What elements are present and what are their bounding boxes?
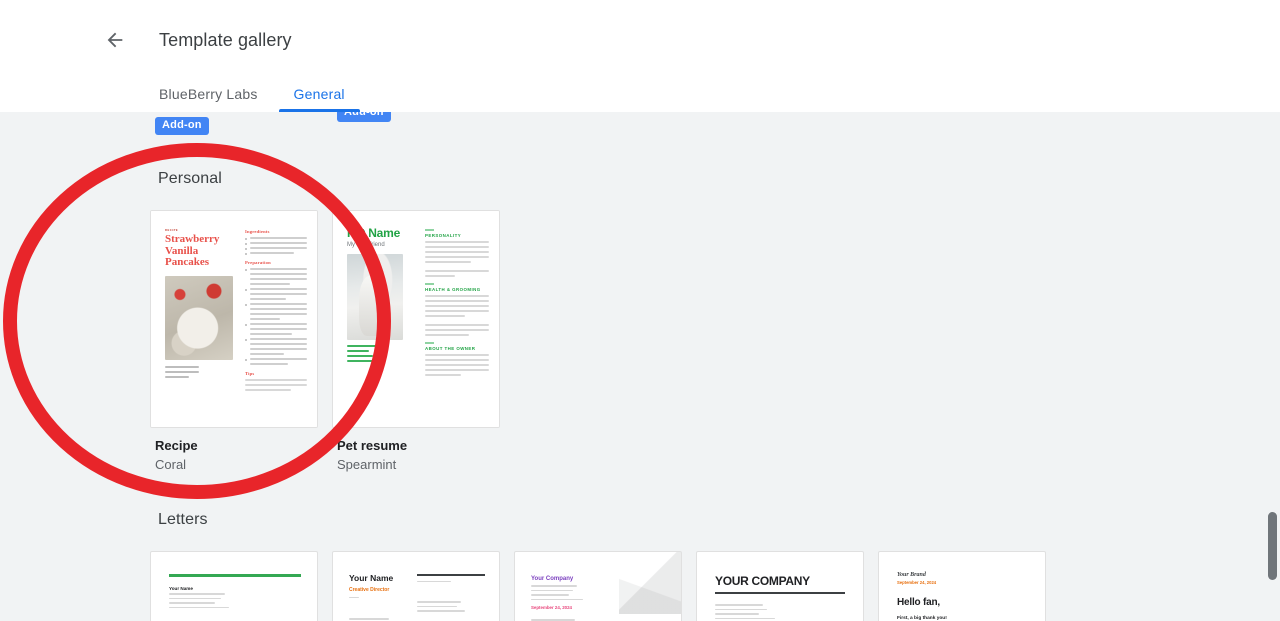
letter2-role: Creative Director — [349, 586, 390, 593]
template-card-letter-1[interactable]: Your Name — [150, 551, 318, 621]
recipe-thumb-left: RECIPE Strawberry Vanilla Pancakes — [165, 229, 233, 381]
recipe-kicker: RECIPE — [165, 229, 179, 232]
pet-name: Pet Name — [347, 226, 401, 240]
template-card-letter-3[interactable]: Your Company September 24, 2024 — [514, 551, 682, 621]
recipe-tips: Tips — [245, 371, 307, 391]
recipe-heading-ingredients: Ingredients — [245, 229, 270, 234]
page-title: Template gallery — [159, 30, 292, 50]
addon-badge: Add-on — [155, 117, 209, 135]
letter3-body: Your Company September 24, 2024 — [531, 576, 603, 621]
pet-health-grooming: HEALTH & GROOMING — [425, 283, 489, 336]
letter1-accent-rule — [169, 574, 301, 577]
letter3-corner-graphic — [619, 552, 681, 614]
template-name: Pet resume — [337, 438, 408, 453]
addon-badge: Add-on — [337, 112, 391, 122]
gallery-scroll-content[interactable]: Add-on Add-on Personal RECIPE Strawberry… — [0, 112, 1280, 621]
template-theme: Coral — [155, 457, 187, 472]
template-card-pet-resume[interactable]: Pet Name My best friend PERSONALITY HEAL… — [332, 210, 500, 428]
vertical-scrollbar-track[interactable] — [1265, 112, 1280, 621]
recipe-photo — [165, 275, 233, 360]
pet-heading-health: HEALTH & GROOMING — [425, 287, 481, 292]
gallery-tabs: BlueBerry Labs General — [141, 80, 363, 112]
template-card-recipe[interactable]: RECIPE Strawberry Vanilla Pancakes Ingre… — [150, 210, 318, 428]
pet-photo — [347, 254, 403, 340]
letter5-greeting: Hello fan, — [897, 597, 941, 608]
pet-personality: PERSONALITY — [425, 229, 489, 277]
letter5-body: Your Brand September 24, 2024 Hello fan,… — [897, 572, 1025, 621]
back-button[interactable] — [99, 24, 131, 56]
template-card-letter-5[interactable]: Your Brand September 24, 2024 Hello fan,… — [878, 551, 1046, 621]
arrow-left-icon — [107, 32, 123, 48]
recipe-thumb-right: Ingredients Preparation Tips — [245, 229, 307, 397]
pet-subtitle: My best friend — [347, 242, 385, 248]
letter2-right — [417, 574, 485, 621]
template-label-pet-resume: Pet resume Spearmint — [337, 437, 512, 474]
letter2-title: Your Name — [349, 573, 394, 583]
vertical-scrollbar-thumb[interactable] — [1268, 512, 1277, 580]
recipe-ingredients: Ingredients — [245, 229, 307, 255]
letter5-date: September 24, 2024 — [897, 580, 937, 585]
pet-heading-personality: PERSONALITY — [425, 233, 462, 238]
section-title-letters: Letters — [158, 511, 208, 528]
pet-about-owner: ABOUT THE OWNER — [425, 342, 489, 376]
pet-resume-thumbnail: Pet Name My best friend PERSONALITY HEAL… — [333, 211, 499, 427]
tab-general[interactable]: General — [276, 84, 363, 112]
recipe-preparation: Preparation — [245, 260, 307, 365]
recipe-heading-preparation: Preparation — [245, 260, 271, 265]
letter1-body: Your Name — [169, 586, 249, 621]
recipe-title: Strawberry Vanilla Pancakes — [165, 233, 220, 268]
pet-thumb-right: PERSONALITY HEALTH & GROOMING ABOUT THE … — [425, 229, 489, 382]
recipe-heading-tips: Tips — [245, 371, 255, 376]
letter4-body: YOUR COMPANY September 24, 2024 — [715, 574, 847, 621]
pet-heading-owner: ABOUT THE OWNER — [425, 346, 476, 351]
template-gallery-page: Template gallery BlueBerry Labs General … — [0, 0, 1280, 621]
template-card-letter-4[interactable]: YOUR COMPANY September 24, 2024 — [696, 551, 864, 621]
template-label-recipe: Recipe Coral — [155, 437, 330, 474]
tab-blueberry-labs[interactable]: BlueBerry Labs — [141, 84, 276, 112]
pet-thumb-left: Pet Name My best friend — [347, 227, 411, 365]
page-header: Template gallery BlueBerry Labs General — [0, 0, 1280, 112]
letter3-title: Your Company — [531, 576, 574, 582]
letter3-date: September 24, 2024 — [531, 605, 573, 610]
template-card-letter-2[interactable]: Your Name Creative Director — [332, 551, 500, 621]
letter4-title: YOUR COMPANY — [715, 574, 810, 588]
section-title-personal: Personal — [158, 170, 222, 187]
letter2-left: Your Name Creative Director — [349, 573, 401, 621]
template-theme: Spearmint — [337, 457, 397, 472]
recipe-meta — [165, 365, 233, 378]
template-name: Recipe — [155, 438, 198, 453]
letter1-title: Your Name — [169, 586, 193, 591]
recipe-thumbnail: RECIPE Strawberry Vanilla Pancakes Ingre… — [151, 211, 317, 427]
letter5-brand: Your Brand — [897, 572, 926, 578]
pet-stats — [347, 345, 411, 362]
